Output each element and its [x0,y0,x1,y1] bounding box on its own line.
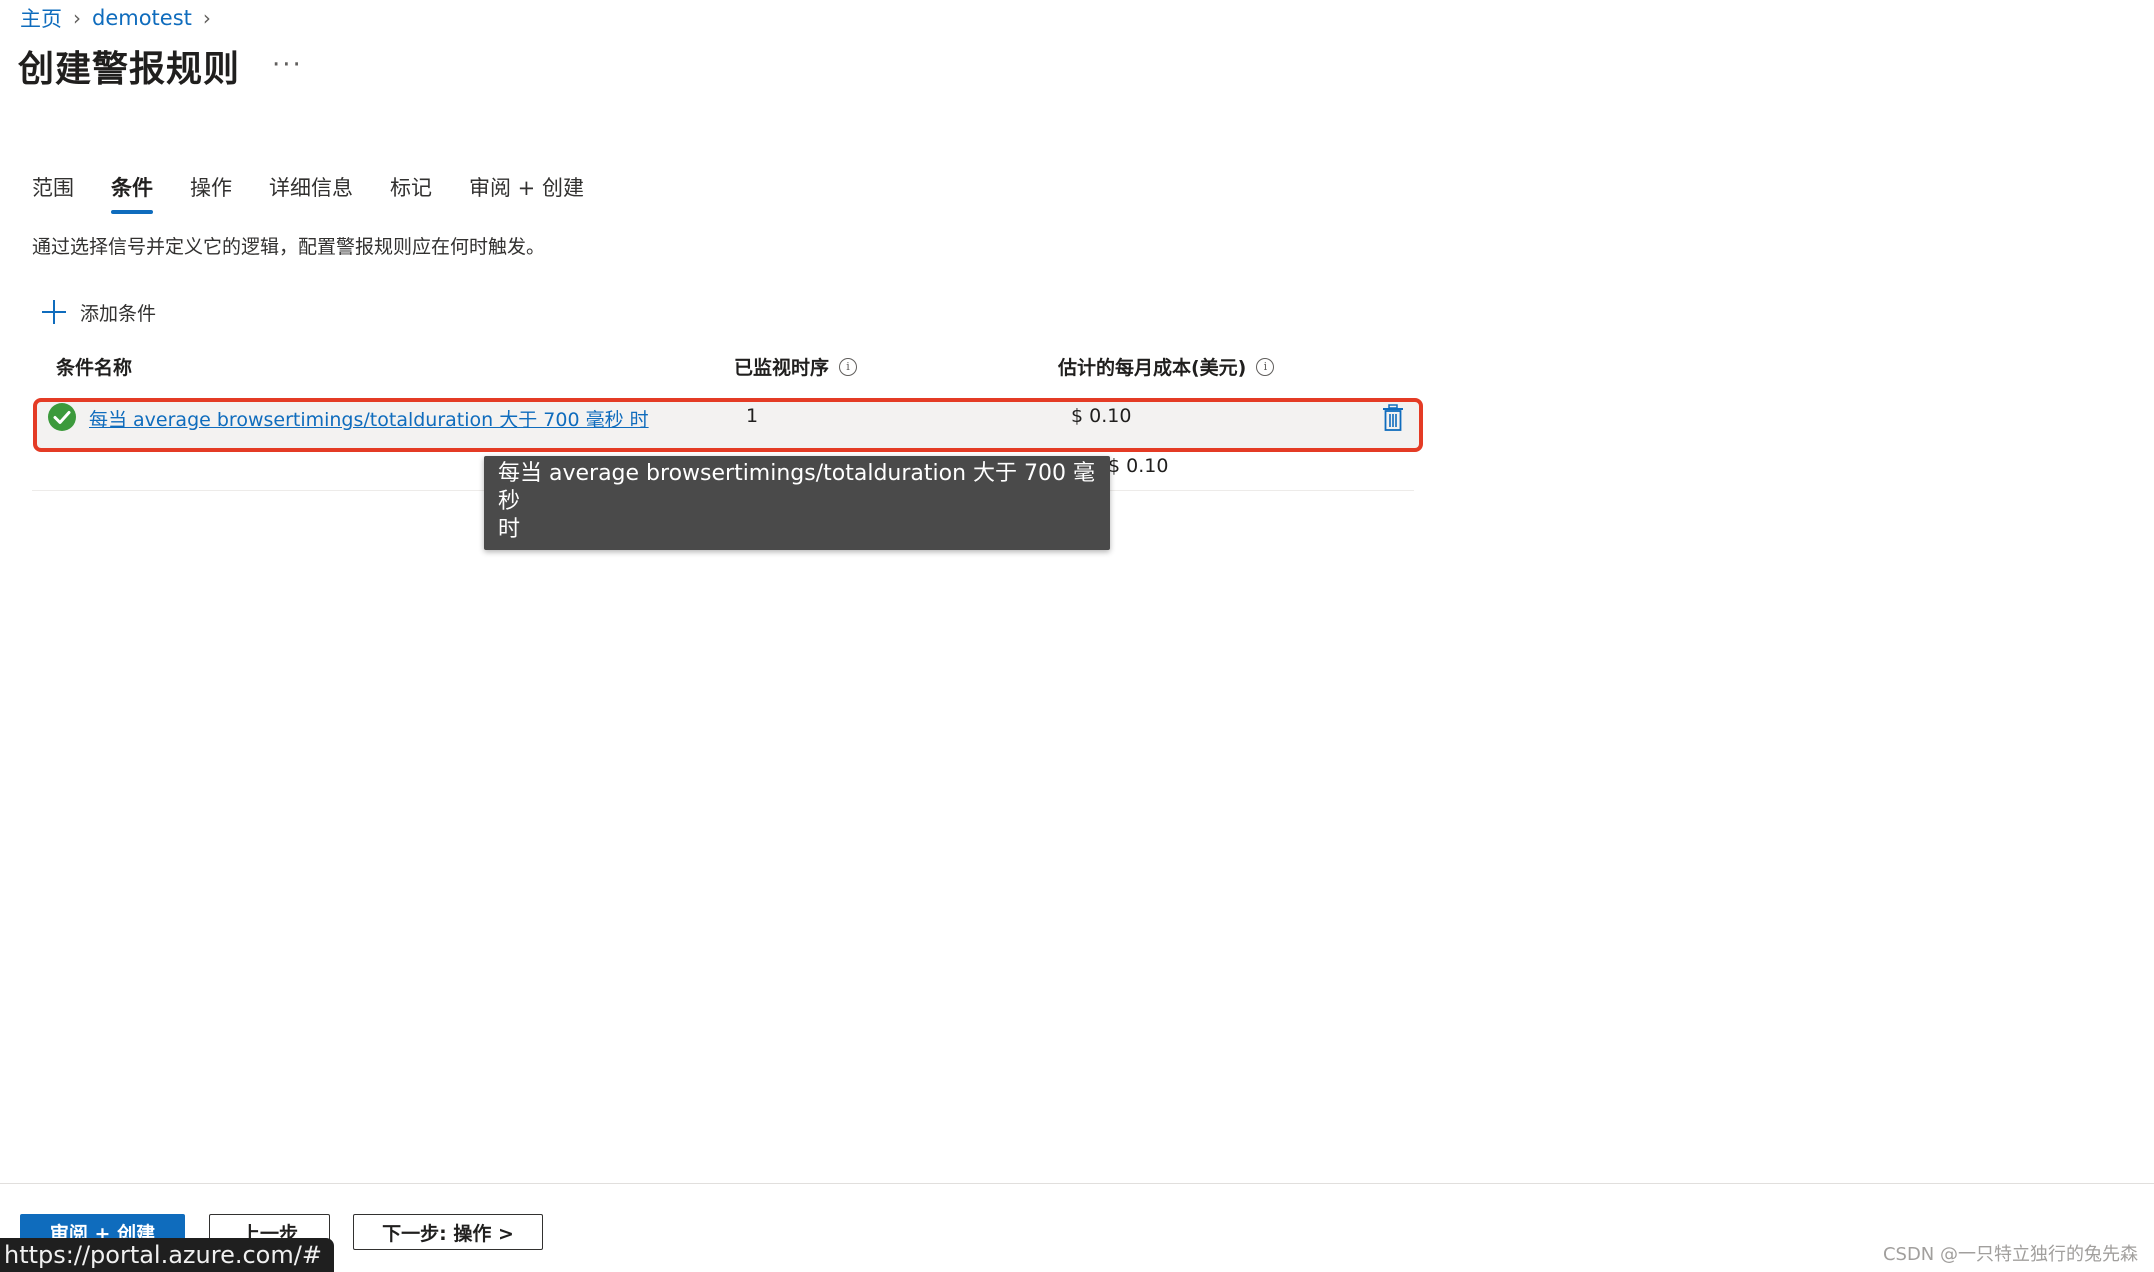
tab-review-create[interactable]: 审阅 + 创建 [469,168,584,214]
add-condition-label: 添加条件 [80,302,157,325]
column-header-name: 条件名称 [56,353,132,380]
info-icon[interactable]: i [839,357,858,376]
footer-divider [0,1183,2154,1184]
more-options-icon[interactable]: ··· [272,50,303,80]
breadcrumb: 主页 › demotest › [20,3,222,33]
monitored-series-value: 1 [746,405,759,427]
column-header-cost-label: 估计的每月成本(美元) [1058,357,1247,379]
total-cost-value: $ 0.10 [1108,455,1169,477]
tab-tags[interactable]: 标记 [390,168,432,214]
condition-name-link[interactable]: 每当 average browsertimings/totalduration … [89,405,649,432]
watermark: CSDN @一只特立独行的兔先森 [1882,1244,2138,1265]
breadcrumb-resource-link[interactable]: demotest [92,6,192,30]
breadcrumb-home-link[interactable]: 主页 [20,3,62,33]
chevron-right-icon: › [73,6,81,30]
section-description: 通过选择信号并定义它的逻辑，配置警报规则应在何时触发。 [32,236,546,258]
column-header-cost: 估计的每月成本(美元) i [1058,353,1275,380]
delete-trash-icon[interactable] [1380,404,1406,432]
tooltip-line-1: 每当 average browsertimings/totalduration … [498,461,1095,514]
next-actions-button[interactable]: 下一步: 操作 > [353,1214,543,1250]
column-header-name-label: 条件名称 [56,357,133,379]
column-header-series-label: 已监视时序 [734,357,830,379]
column-header-series: 已监视时序 i [734,353,858,380]
plus-icon [40,298,68,326]
info-icon[interactable]: i [1256,357,1275,376]
tab-actions[interactable]: 操作 [190,168,232,214]
chevron-right-icon: › [202,6,211,30]
status-url-bar: https://portal.azure.com/# [0,1238,334,1272]
tab-condition[interactable]: 条件 [111,168,153,214]
add-condition-button[interactable]: 添加条件 [40,298,156,326]
estimated-cost-value: $ 0.10 [1071,405,1132,427]
success-check-icon [48,403,76,431]
tab-details[interactable]: 详细信息 [269,168,353,214]
tooltip-line-2: 时 [498,517,521,542]
tab-scope[interactable]: 范围 [32,168,74,214]
tab-bar: 范围 条件 操作 详细信息 标记 审阅 + 创建 [32,168,621,214]
condition-tooltip: 每当 average browsertimings/totalduration … [484,456,1110,550]
page-title: 创建警报规则 [18,49,241,90]
